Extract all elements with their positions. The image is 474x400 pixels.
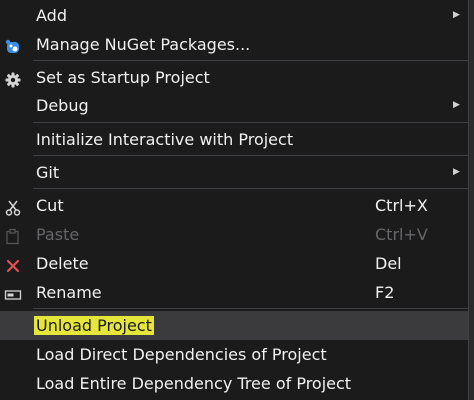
context-menu: Add ▶ Manage NuGet Packages... Set as St… <box>0 0 469 400</box>
menu-item-debug-label: Debug <box>36 96 89 115</box>
menu-separator <box>33 308 468 309</box>
scissors-icon <box>4 197 22 216</box>
submenu-arrow-icon: ▶ <box>453 10 460 20</box>
delete-icon <box>4 255 22 273</box>
menu-item-paste-label: Paste <box>36 225 80 244</box>
menu-item-delete-label: Delete <box>36 254 89 273</box>
menu-item-paste: Paste Ctrl+V <box>0 220 468 249</box>
menu-item-unload-project-label: Unload Project <box>34 316 154 335</box>
menu-separator <box>33 60 468 61</box>
submenu-arrow-icon: ▶ <box>453 100 460 110</box>
menu-item-git[interactable]: Git ▶ <box>0 158 468 187</box>
menu-item-manage-nuget-label: Manage NuGet Packages... <box>36 35 251 54</box>
menu-item-load-direct-dependencies-label: Load Direct Dependencies of Project <box>36 345 327 364</box>
menu-item-paste-shortcut: Ctrl+V <box>375 225 428 244</box>
gear-icon <box>4 69 22 88</box>
menu-item-load-direct-dependencies[interactable]: Load Direct Dependencies of Project <box>0 340 468 369</box>
menu-item-rename-shortcut: F2 <box>375 283 395 302</box>
menu-separator <box>33 188 468 189</box>
nuget-icon <box>4 36 22 54</box>
menu-item-add[interactable]: Add ▶ <box>0 1 468 30</box>
menu-item-cut-label: Cut <box>36 196 64 215</box>
paste-icon <box>4 226 22 245</box>
menu-item-cut-shortcut: Ctrl+X <box>375 196 428 215</box>
menu-item-initialize-interactive[interactable]: Initialize Interactive with Project <box>0 125 468 154</box>
menu-separator <box>33 155 468 156</box>
menu-item-unload-project[interactable]: Unload Project <box>0 311 468 340</box>
menu-item-set-startup[interactable]: Set as Startup Project <box>0 63 468 92</box>
menu-item-delete-shortcut: Del <box>375 254 402 273</box>
menu-separator <box>33 122 468 123</box>
menu-item-initialize-interactive-label: Initialize Interactive with Project <box>36 130 294 149</box>
menu-item-cut[interactable]: Cut Ctrl+X <box>0 191 468 220</box>
menu-item-rename[interactable]: Rename F2 <box>0 278 468 307</box>
menu-item-manage-nuget[interactable]: Manage NuGet Packages... <box>0 30 468 59</box>
menu-item-load-entire-dependency-tree[interactable]: Load Entire Dependency Tree of Project <box>0 369 468 398</box>
scrollbar-strip <box>469 0 474 400</box>
menu-item-set-startup-label: Set as Startup Project <box>36 68 210 87</box>
menu-item-git-label: Git <box>36 163 60 182</box>
menu-item-debug[interactable]: Debug ▶ <box>0 91 468 120</box>
rename-icon <box>4 284 22 302</box>
menu-item-delete[interactable]: Delete Del <box>0 249 468 278</box>
submenu-arrow-icon: ▶ <box>453 167 460 177</box>
menu-item-load-entire-dependency-tree-label: Load Entire Dependency Tree of Project <box>36 374 352 393</box>
menu-item-add-label: Add <box>36 6 67 25</box>
menu-item-rename-label: Rename <box>36 283 102 302</box>
